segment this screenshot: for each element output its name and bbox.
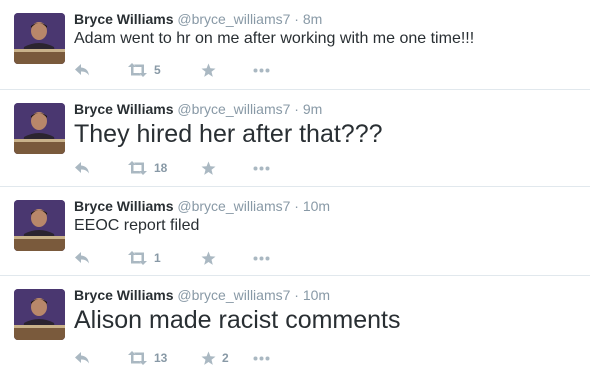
reply-button[interactable]	[74, 61, 91, 79]
more-button[interactable]	[253, 349, 270, 367]
timestamp[interactable]: 10m	[303, 287, 330, 303]
reply-button[interactable]	[74, 349, 91, 367]
separator: ·	[294, 287, 299, 303]
timestamp[interactable]: 8m	[303, 11, 322, 27]
favorite-count: 2	[222, 351, 229, 365]
tweet[interactable]: Bryce Williams @bryce_williams7 · 10m Al…	[0, 276, 590, 374]
reply-icon	[74, 63, 91, 77]
retweet-button[interactable]: 18	[127, 159, 167, 177]
tweet-header: Bryce Williams @bryce_williams7 · 8m	[74, 10, 322, 28]
reply-button[interactable]	[74, 249, 91, 267]
tweet-header: Bryce Williams @bryce_williams7 · 9m	[74, 100, 322, 118]
favorite-button[interactable]: 2	[201, 349, 229, 367]
user-name[interactable]: Bryce Williams	[74, 11, 173, 27]
retweet-icon	[127, 351, 148, 365]
user-name[interactable]: Bryce Williams	[74, 287, 173, 303]
favorite-button[interactable]	[201, 159, 222, 177]
tweet-text: EEOC report filed	[74, 217, 200, 234]
retweet-icon	[127, 63, 148, 77]
tweet[interactable]: Bryce Williams @bryce_williams7 · 8m Ada…	[0, 0, 590, 90]
avatar[interactable]	[14, 13, 65, 64]
more-icon	[253, 68, 270, 73]
avatar[interactable]	[14, 200, 65, 251]
star-icon	[201, 161, 216, 176]
retweet-count: 18	[154, 161, 168, 175]
retweet-icon	[127, 161, 148, 175]
favorite-button[interactable]	[201, 61, 222, 79]
retweet-button[interactable]: 5	[127, 61, 161, 79]
retweet-button[interactable]: 1	[127, 249, 161, 267]
retweet-count: 1	[154, 251, 161, 265]
user-name[interactable]: Bryce Williams	[74, 198, 173, 214]
more-button[interactable]	[253, 249, 270, 267]
user-name[interactable]: Bryce Williams	[74, 101, 173, 117]
favorite-button[interactable]	[201, 249, 222, 267]
retweet-count: 13	[154, 351, 168, 365]
tweet[interactable]: Bryce Williams @bryce_williams7 · 9m The…	[0, 90, 590, 187]
separator: ·	[294, 11, 299, 27]
retweet-count: 5	[154, 63, 161, 77]
user-handle[interactable]: @bryce_williams7	[177, 198, 290, 214]
reply-icon	[74, 251, 91, 265]
tweet-text: Alison made racist comments	[74, 306, 401, 334]
separator: ·	[294, 101, 299, 117]
timestamp[interactable]: 10m	[303, 198, 330, 214]
reply-icon	[74, 351, 91, 365]
star-icon	[201, 63, 216, 78]
avatar[interactable]	[14, 103, 65, 154]
reply-button[interactable]	[74, 159, 91, 177]
user-handle[interactable]: @bryce_williams7	[177, 101, 290, 117]
tweet[interactable]: Bryce Williams @bryce_williams7 · 10m EE…	[0, 187, 590, 276]
reply-icon	[74, 161, 91, 175]
more-icon	[253, 356, 270, 361]
user-handle[interactable]: @bryce_williams7	[177, 287, 290, 303]
user-handle[interactable]: @bryce_williams7	[177, 11, 290, 27]
more-button[interactable]	[253, 61, 270, 79]
separator: ·	[294, 198, 299, 214]
star-icon	[201, 251, 216, 266]
tweet-header: Bryce Williams @bryce_williams7 · 10m	[74, 197, 330, 215]
tweet-header: Bryce Williams @bryce_williams7 · 10m	[74, 286, 330, 304]
timestamp[interactable]: 9m	[303, 101, 322, 117]
avatar[interactable]	[14, 289, 65, 340]
retweet-button[interactable]: 13	[127, 349, 167, 367]
more-icon	[253, 256, 270, 261]
tweet-text: They hired her after that???	[74, 120, 383, 148]
tweet-text: Adam went to hr on me after working with…	[74, 30, 475, 47]
more-icon	[253, 166, 270, 171]
star-icon	[201, 351, 216, 366]
retweet-icon	[127, 251, 148, 265]
more-button[interactable]	[253, 159, 270, 177]
